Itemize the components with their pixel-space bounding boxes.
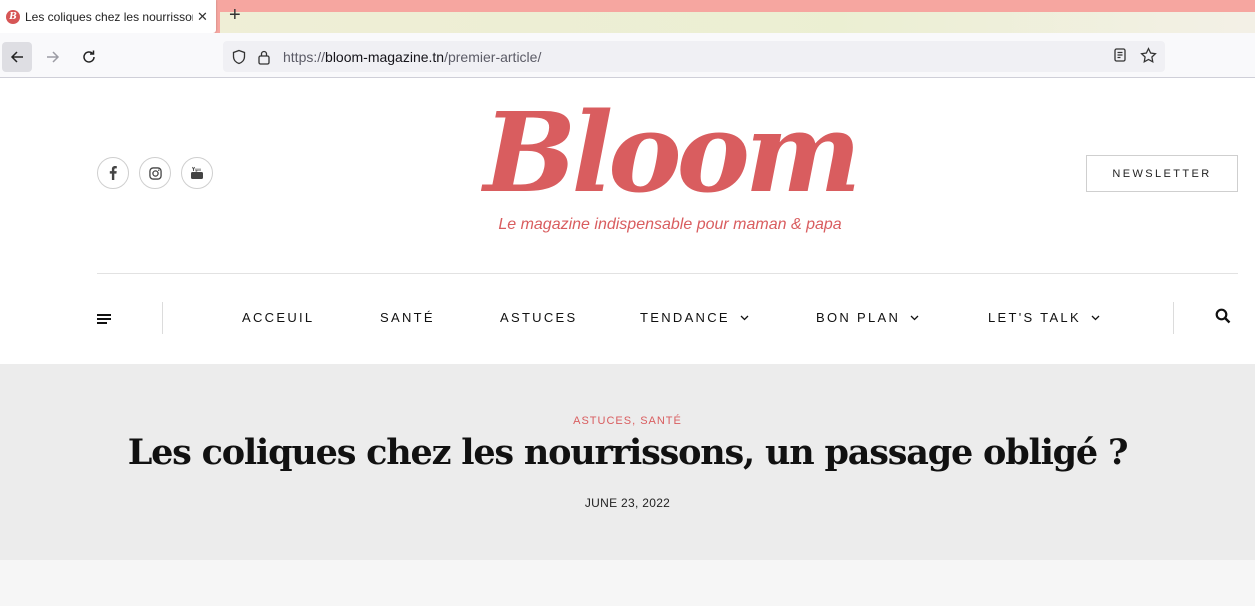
address-bar-actions: [1112, 47, 1157, 64]
tab-title: Les coliques chez les nourrissons, un pa…: [25, 9, 193, 24]
url-text: https://bloom-magazine.tn/premier-articl…: [283, 49, 541, 65]
chevron-down-icon: [1091, 315, 1100, 321]
article-categories[interactable]: ASTUCES, SANTÉ: [0, 415, 1255, 427]
site-logo[interactable]: Bloom Le magazine indispensable pour mam…: [470, 88, 870, 234]
article-body-area: [0, 560, 1255, 606]
chevron-down-icon: [910, 315, 919, 321]
logo-wordmark: Bloom: [483, 88, 862, 217]
menu-item-label: TENDANCE: [640, 310, 730, 325]
menu-item-label: LET'S TALK: [988, 310, 1081, 325]
reload-icon: [83, 50, 95, 63]
article-date: JUNE 23, 2022: [584, 496, 671, 510]
menu-item-sante[interactable]: SANTÉ: [380, 310, 435, 325]
youtube-icon: [191, 166, 203, 179]
hamburger-icon: [97, 314, 111, 324]
menu-item-label: ASTUCES: [500, 310, 578, 325]
menu-item-lets-talk[interactable]: LET'S TALK: [988, 310, 1100, 325]
bookmark-star-icon[interactable]: [1140, 47, 1157, 64]
article-title: Les coliques chez les nourrissons, un pa…: [127, 432, 1129, 473]
search-icon: [1215, 308, 1231, 324]
lock-icon: [258, 50, 270, 65]
forward-button[interactable]: [38, 42, 68, 72]
menu-item-bon-plan[interactable]: BON PLAN: [816, 310, 919, 325]
browser-tabstrip: B Les coliques chez les nourrissons, un …: [0, 0, 1255, 33]
site-tagline: Le magazine indispensable pour maman & p…: [498, 216, 842, 233]
menu-item-tendance[interactable]: TENDANCE: [640, 310, 749, 325]
url-scheme: https://: [283, 48, 326, 65]
article-hero: ASTUCES, SANTÉ Les coliques chez les nou…: [0, 364, 1255, 560]
social-links: [97, 157, 213, 189]
arrow-left-icon: [10, 51, 23, 63]
instagram-link[interactable]: [139, 157, 171, 189]
youtube-link[interactable]: [181, 157, 213, 189]
url-path: /premier-article/: [444, 48, 542, 65]
site-favicon-icon: B: [6, 9, 20, 24]
chevron-down-icon: [740, 315, 749, 321]
menu-item-acceuil[interactable]: ACCEUIL: [242, 310, 314, 325]
new-tab-button[interactable]: +: [229, 4, 241, 26]
menu-item-label: ACCEUIL: [242, 310, 315, 325]
instagram-icon: [148, 166, 162, 180]
menu-separator-right: [1173, 302, 1174, 334]
menu-item-label: BON PLAN: [816, 310, 901, 325]
header-divider: [97, 273, 1238, 274]
address-bar[interactable]: https://bloom-magazine.tn/premier-articl…: [223, 41, 1165, 72]
reload-button[interactable]: [74, 42, 104, 72]
url-domain: bloom-magazine.tn: [325, 48, 445, 65]
tab-close-icon[interactable]: ✕: [197, 9, 208, 25]
reader-view-icon[interactable]: [1112, 47, 1128, 63]
newsletter-button[interactable]: NEWSLETTER: [1086, 155, 1238, 192]
browser-navbar: https://bloom-magazine.tn/premier-articl…: [0, 33, 1255, 78]
menu-separator-left: [162, 302, 163, 334]
tabstrip-background: [220, 12, 1255, 33]
site-header: Bloom Le magazine indispensable pour mam…: [0, 78, 1255, 364]
facebook-link[interactable]: [97, 157, 129, 189]
hamburger-menu-button[interactable]: [97, 313, 112, 331]
main-menu: ACCEUIL SANTÉ ASTUCES TENDANCE BON PLAN …: [0, 302, 1255, 334]
active-tab[interactable]: B Les coliques chez les nourrissons, un …: [0, 0, 216, 33]
search-button[interactable]: [1215, 308, 1231, 329]
arrow-right-icon: [47, 51, 60, 63]
shield-icon: [232, 49, 246, 64]
facebook-icon: [109, 166, 117, 180]
back-button[interactable]: [2, 42, 32, 72]
menu-item-label: SANTÉ: [380, 310, 435, 325]
menu-item-astuces[interactable]: ASTUCES: [500, 310, 578, 325]
